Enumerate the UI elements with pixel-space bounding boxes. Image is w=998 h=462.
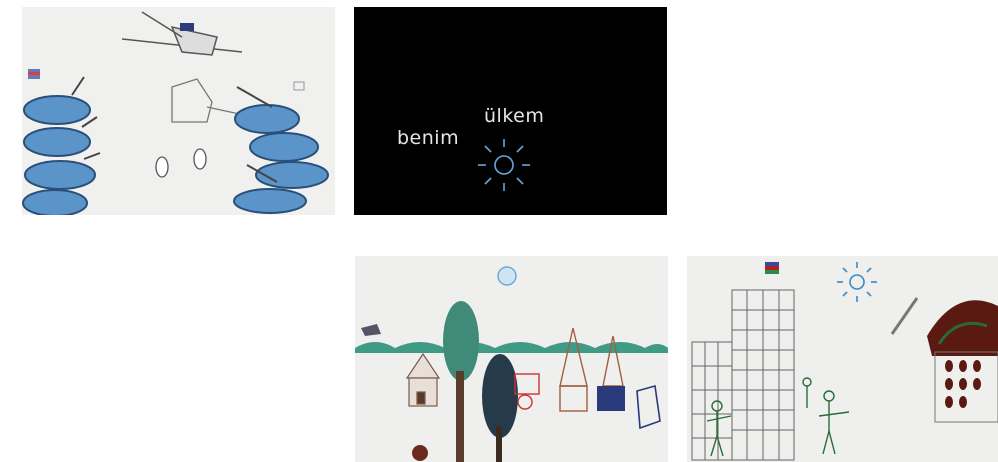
title-card-panel: benim ülkem	[354, 7, 667, 215]
helicopter-icon	[121, 11, 243, 56]
city-drawing-panel	[687, 256, 998, 462]
grid-building	[691, 289, 795, 461]
village-drawing	[355, 266, 668, 462]
tanks-drawing	[22, 11, 329, 215]
tank-stack-left	[22, 76, 101, 215]
tank-stack-right	[233, 86, 329, 214]
sun-icon	[478, 139, 530, 191]
sun-icon	[497, 266, 517, 286]
city-drawing	[691, 262, 998, 461]
village-drawing-panel	[355, 256, 668, 462]
tanks-drawing-panel	[22, 7, 335, 215]
sun-icon	[837, 262, 877, 302]
